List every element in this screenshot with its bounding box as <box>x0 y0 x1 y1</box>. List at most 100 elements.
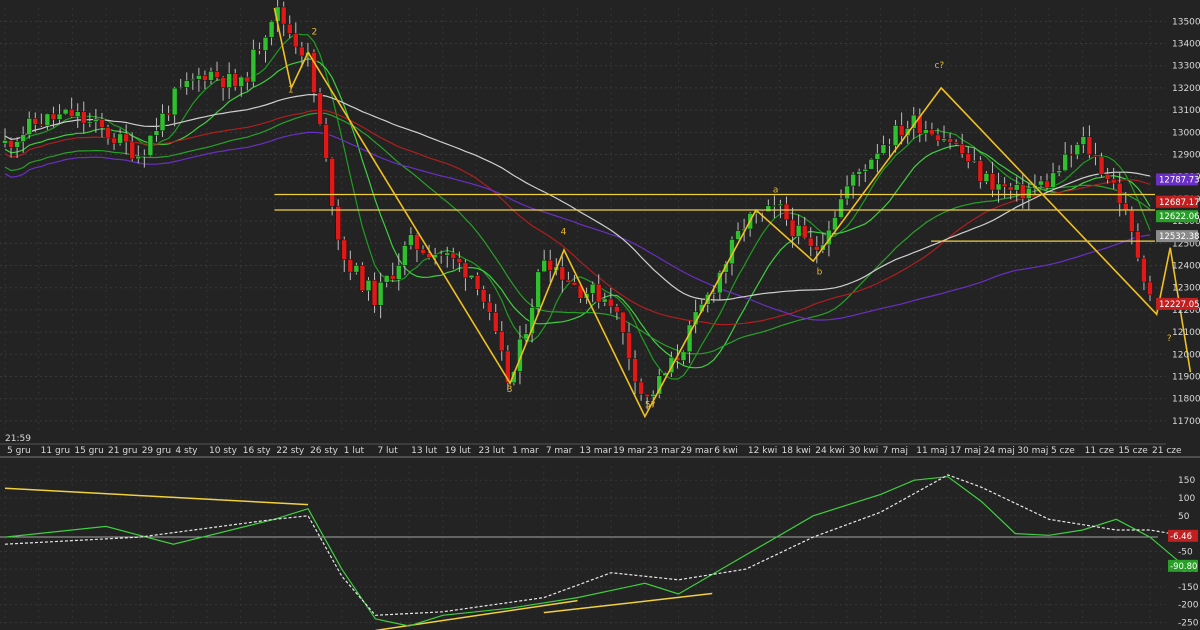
candle-body[interactable] <box>323 124 329 159</box>
candle-body[interactable] <box>177 87 184 89</box>
candle-body[interactable] <box>947 138 953 143</box>
candle-body[interactable] <box>1080 136 1087 145</box>
candle-body[interactable] <box>93 118 99 122</box>
candle-body[interactable] <box>680 351 687 361</box>
candle-body[interactable] <box>396 265 402 280</box>
candle-body[interactable] <box>844 185 850 200</box>
candle-body[interactable] <box>347 259 354 273</box>
candle-body[interactable] <box>941 138 947 141</box>
candle-body[interactable] <box>377 281 384 306</box>
candle-body[interactable] <box>68 108 75 117</box>
candle-body[interactable] <box>183 80 190 88</box>
candle-body[interactable] <box>1104 174 1111 180</box>
candle-body[interactable] <box>286 23 293 34</box>
candle-body[interactable] <box>644 393 650 397</box>
candle-body[interactable] <box>1062 153 1068 171</box>
candle-body[interactable] <box>929 129 935 136</box>
candle-body[interactable] <box>1135 231 1141 259</box>
candle-body[interactable] <box>801 225 808 239</box>
candle-body[interactable] <box>408 234 414 246</box>
candle-body[interactable] <box>559 266 566 281</box>
candle-body[interactable] <box>735 230 741 240</box>
candle-body[interactable] <box>159 113 166 131</box>
candle-body[interactable] <box>87 121 93 124</box>
candle-body[interactable] <box>1038 180 1044 186</box>
candle-body[interactable] <box>402 245 408 266</box>
candle-body[interactable] <box>208 71 214 81</box>
candle-body[interactable] <box>38 124 45 126</box>
candle-body[interactable] <box>99 118 105 128</box>
candle-body[interactable] <box>971 160 978 163</box>
candle-body[interactable] <box>1056 170 1062 174</box>
candle-body[interactable] <box>989 173 996 191</box>
candle-body[interactable] <box>111 137 117 144</box>
candle-body[interactable] <box>953 142 959 145</box>
candle-body[interactable] <box>123 133 129 143</box>
candle-body[interactable] <box>977 160 984 182</box>
candle-body[interactable] <box>595 283 602 303</box>
candle-body[interactable] <box>620 311 626 333</box>
candle-body[interactable] <box>2 140 8 144</box>
candle-body[interactable] <box>62 108 69 115</box>
candle-body[interactable] <box>626 332 632 359</box>
candle-body[interactable] <box>474 274 481 290</box>
candle-body[interactable] <box>983 173 990 182</box>
candle-body[interactable] <box>280 6 287 25</box>
candle-body[interactable] <box>789 219 796 237</box>
candle-body[interactable] <box>462 262 469 279</box>
candle-body[interactable] <box>365 280 372 292</box>
candle-body[interactable] <box>492 311 499 332</box>
candle-body[interactable] <box>965 153 972 163</box>
candle-body[interactable] <box>759 211 766 213</box>
candle-body[interactable] <box>456 258 463 264</box>
candle-body[interactable] <box>317 92 323 125</box>
candle-body[interactable] <box>226 73 232 89</box>
candle-body[interactable] <box>335 206 341 241</box>
candle-body[interactable] <box>1098 156 1105 175</box>
candle-body[interactable] <box>353 265 360 273</box>
candle-body[interactable] <box>1013 184 1020 191</box>
candle-body[interactable] <box>420 249 426 254</box>
candle-body[interactable] <box>886 144 893 146</box>
candle-body[interactable] <box>486 301 493 313</box>
candle-body[interactable] <box>1074 144 1081 156</box>
candle-body[interactable] <box>268 21 275 38</box>
candle-body[interactable] <box>499 331 505 352</box>
candle-body[interactable] <box>1001 183 1008 188</box>
candle-body[interactable] <box>202 75 208 81</box>
candle-body[interactable] <box>262 37 269 51</box>
candle-body[interactable] <box>293 33 299 48</box>
candle-body[interactable] <box>589 283 596 294</box>
candle-body[interactable] <box>147 135 154 156</box>
candle-body[interactable] <box>329 158 335 207</box>
candle-body[interactable] <box>868 159 875 170</box>
candle-body[interactable] <box>371 280 378 306</box>
candle-body[interactable] <box>1110 179 1117 184</box>
candle-body[interactable] <box>1092 154 1099 157</box>
candle-body[interactable] <box>1068 153 1074 156</box>
candle-body[interactable] <box>923 129 929 134</box>
candle-body[interactable] <box>862 168 869 172</box>
candle-body[interactable] <box>14 141 20 148</box>
candle-body[interactable] <box>874 153 881 160</box>
candle-body[interactable] <box>632 358 638 383</box>
candle-body[interactable] <box>1020 184 1026 199</box>
candle-body[interactable] <box>1141 257 1147 283</box>
candle-body[interactable] <box>214 71 220 78</box>
candle-body[interactable] <box>117 133 123 144</box>
candle-body[interactable] <box>602 298 608 303</box>
candle-body[interactable] <box>807 237 814 247</box>
candle-body[interactable] <box>20 134 26 142</box>
candle-body[interactable] <box>547 259 553 271</box>
candle-body[interactable] <box>256 49 263 51</box>
candle-body[interactable] <box>153 130 160 136</box>
candle-body[interactable] <box>777 203 784 206</box>
candle-body[interactable] <box>56 113 63 120</box>
candle-body[interactable] <box>1147 281 1153 296</box>
candle-body[interactable] <box>468 274 475 279</box>
chart-canvas[interactable]: 12345?abc?? 1350013400133001320013100130… <box>0 0 1200 630</box>
candle-body[interactable] <box>995 183 1002 191</box>
candle-body[interactable] <box>450 252 457 259</box>
candle-body[interactable] <box>141 155 148 157</box>
candle-body[interactable] <box>383 275 390 283</box>
